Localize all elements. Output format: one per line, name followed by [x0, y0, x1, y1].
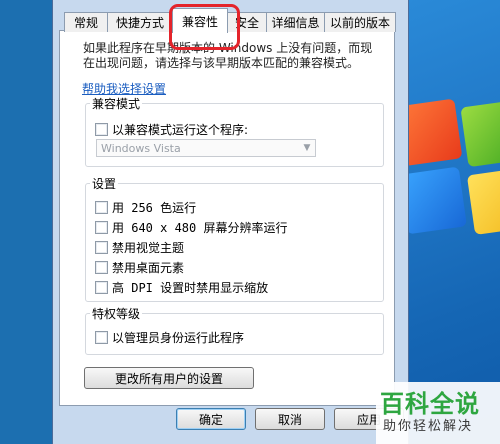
tab-previous-versions[interactable]: 以前的版本 — [324, 12, 396, 32]
setting-640x480[interactable]: 用 640 x 480 屏幕分辨率运行 — [95, 219, 287, 236]
compat-mode-label: 以兼容模式运行这个程序: — [112, 123, 249, 137]
setting-disable-themes[interactable]: 禁用视觉主题 — [95, 239, 184, 256]
setting-256-colors[interactable]: 用 256 色运行 — [95, 199, 196, 216]
checkbox-icon[interactable] — [95, 261, 108, 274]
setting-label: 用 640 x 480 屏幕分辨率运行 — [112, 221, 288, 235]
ok-button[interactable]: 确定 — [176, 408, 246, 430]
setting-disable-dpi-scaling[interactable]: 高 DPI 设置时禁用显示缩放 — [95, 279, 268, 296]
compat-mode-select[interactable]: Windows Vista ▼ — [96, 139, 316, 157]
tab-shortcut[interactable]: 快捷方式 — [107, 12, 173, 32]
setting-disable-desktop-composition[interactable]: 禁用桌面元素 — [95, 259, 184, 276]
cancel-button[interactable]: 取消 — [255, 408, 325, 430]
highlight-box — [169, 4, 240, 50]
compat-mode-checkbox[interactable]: 以兼容模式运行这个程序: — [95, 121, 248, 138]
setting-label: 用 256 色运行 — [112, 201, 197, 215]
setting-label: 禁用视觉主题 — [112, 241, 185, 255]
settings-title: 设置 — [90, 175, 119, 192]
tab-general[interactable]: 常规 — [64, 12, 108, 32]
checkbox-icon[interactable] — [95, 281, 108, 294]
checkbox-icon[interactable] — [95, 201, 108, 214]
setting-label: 禁用桌面元素 — [112, 261, 185, 275]
setting-label: 高 DPI 设置时禁用显示缩放 — [112, 281, 269, 295]
checkbox-icon[interactable] — [95, 123, 108, 136]
checkbox-icon[interactable] — [95, 331, 108, 344]
chevron-down-icon[interactable]: ▼ — [299, 140, 315, 156]
compat-mode-select-value: Windows Vista — [101, 141, 181, 155]
run-as-admin-label: 以管理员身份运行此程序 — [112, 331, 245, 345]
run-as-admin-checkbox[interactable]: 以管理员身份运行此程序 — [95, 329, 244, 346]
compat-mode-title: 兼容模式 — [90, 95, 143, 112]
checkbox-icon[interactable] — [95, 221, 108, 234]
tab-details[interactable]: 详细信息 — [266, 12, 325, 32]
watermark-subtitle: 助你轻松解决 — [383, 419, 474, 434]
watermark-title: 百科全说 — [380, 390, 480, 418]
change-all-users-button[interactable]: 更改所有用户的设置 — [84, 367, 254, 389]
checkbox-icon[interactable] — [95, 241, 108, 254]
privilege-title: 特权等级 — [90, 305, 143, 322]
